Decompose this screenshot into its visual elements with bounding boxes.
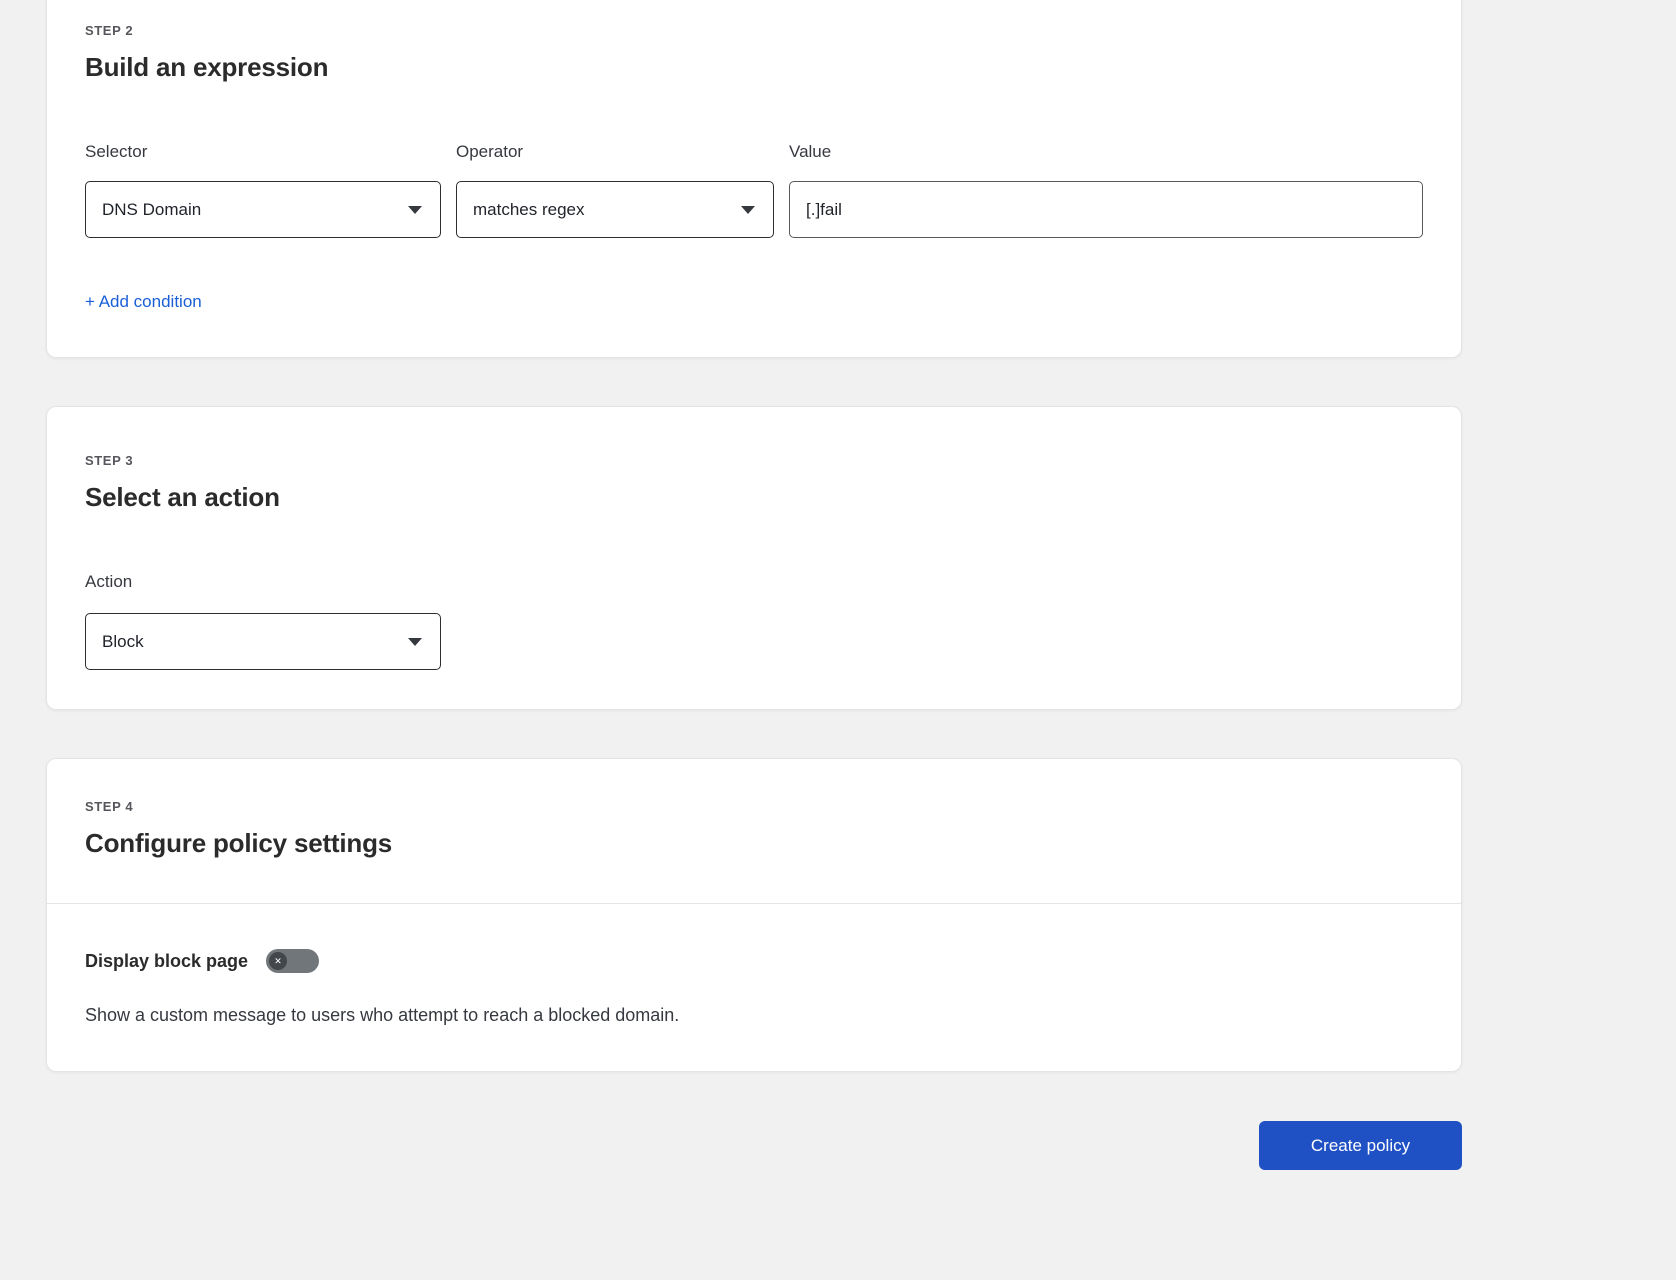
selector-value: DNS Domain: [102, 199, 202, 219]
add-condition-link[interactable]: + Add condition: [85, 292, 202, 312]
action-value: Block: [102, 631, 144, 651]
action-label: Action: [85, 572, 133, 591]
selector-field: Selector DNS Domain: [85, 141, 441, 238]
step2-label: STEP 2: [85, 23, 134, 38]
operator-value: matches regex: [473, 199, 585, 219]
action-dropdown[interactable]: Block: [85, 613, 441, 670]
display-block-page-row: Display block page ✕: [85, 949, 1423, 973]
step-action-card: STEP 3 Select an action Action Block: [46, 406, 1462, 710]
settings-card-header: STEP 4 Configure policy settings: [47, 759, 1461, 859]
step3-label: STEP 3: [85, 453, 134, 468]
display-block-page-label: Display block page: [85, 950, 249, 971]
step4-title: Configure policy settings: [85, 828, 393, 858]
toggle-knob: ✕: [269, 952, 288, 970]
value-label: Value: [789, 142, 832, 161]
selector-dropdown[interactable]: DNS Domain: [85, 181, 441, 238]
create-policy-button[interactable]: Create policy: [1259, 1121, 1462, 1170]
display-block-page-toggle[interactable]: ✕: [266, 949, 320, 973]
step-expression-card: STEP 2 Build an expression Selector DNS …: [46, 0, 1462, 358]
dns-policy-form-page: STEP 2 Build an expression Selector DNS …: [0, 0, 1676, 1280]
step2-title: Build an expression: [85, 52, 329, 82]
operator-dropdown[interactable]: matches regex: [456, 181, 774, 238]
chevron-down-icon: [408, 205, 422, 214]
expression-builder-row: Selector DNS Domain Operator matches reg…: [85, 141, 1423, 238]
operator-label: Operator: [456, 142, 524, 161]
operator-field: Operator matches regex: [456, 141, 774, 238]
chevron-down-icon: [741, 205, 755, 214]
value-input[interactable]: [789, 181, 1423, 238]
settings-card-body: Display block page ✕ Show a custom messa…: [47, 904, 1461, 1027]
x-icon: ✕: [274, 955, 282, 966]
display-block-page-description: Show a custom message to users who attem…: [85, 1005, 680, 1025]
step4-label: STEP 4: [85, 799, 134, 814]
chevron-down-icon: [408, 637, 422, 646]
step3-title: Select an action: [85, 482, 280, 512]
value-field: Value: [789, 141, 1423, 238]
selector-label: Selector: [85, 142, 148, 161]
step-settings-card: STEP 4 Configure policy settings Display…: [46, 758, 1462, 1072]
